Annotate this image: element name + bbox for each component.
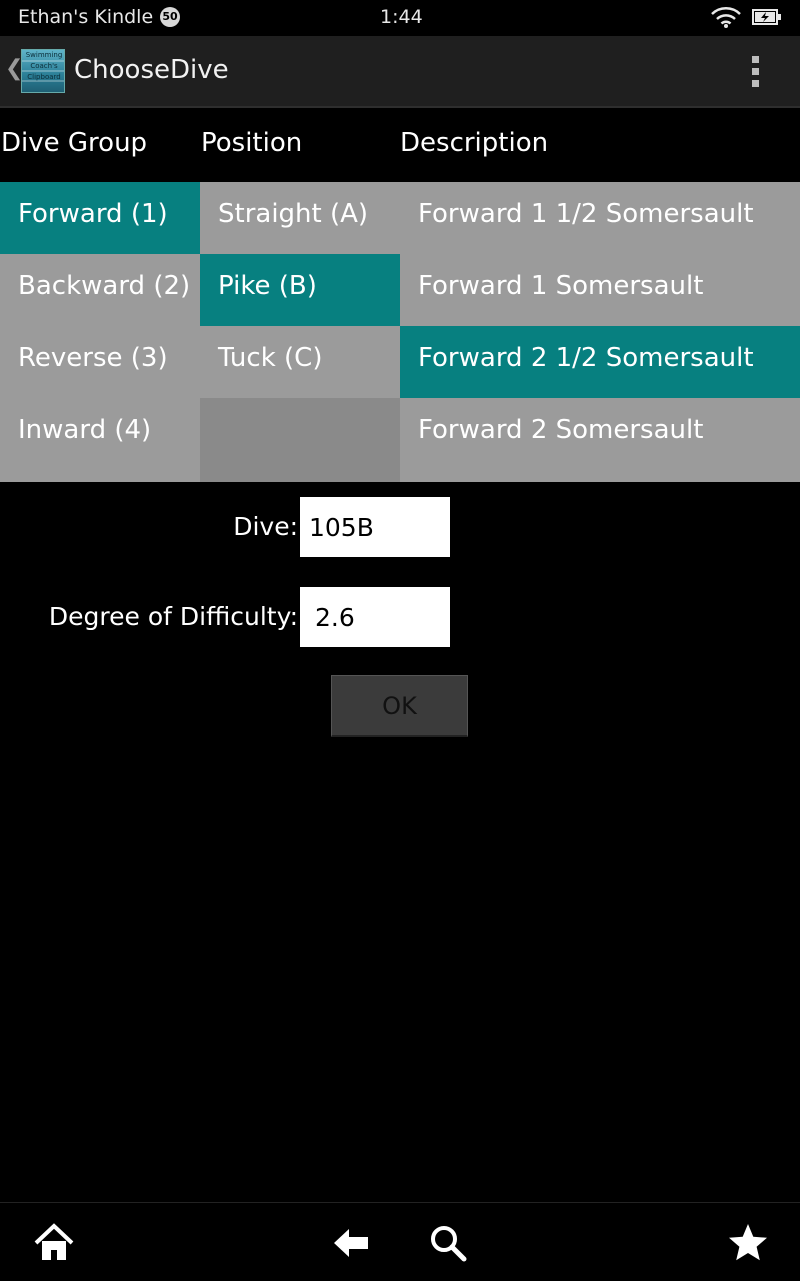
home-icon[interactable] — [32, 1221, 76, 1265]
header-description: Description — [400, 128, 549, 158]
list-item-dive-group[interactable]: Inward (4) — [0, 398, 200, 470]
notification-badge[interactable]: 50 — [160, 7, 180, 27]
app-logo[interactable]: Swimming Coach's Clipboard — [21, 49, 65, 93]
list-item-dive-group[interactable]: Reverse (3) — [0, 326, 200, 398]
difficulty-label: Degree of Difficulty: — [48, 602, 298, 631]
battery-charging-icon — [752, 9, 781, 25]
list-item-description[interactable]: Forward 2 1/2 Somersault — [400, 326, 800, 398]
list-item-dive-group[interactable]: Forward (1) — [0, 182, 200, 254]
list-item-dive-group[interactable]: Backward (2) — [0, 254, 200, 326]
list-item-description[interactable]: Forward 1 1/2 Somersault — [400, 182, 800, 254]
list-item-position[interactable]: Tuck (C) — [200, 326, 400, 398]
header-position: Position — [201, 128, 303, 158]
list-item-description[interactable]: Forward 2 Somersault — [400, 398, 800, 470]
list-item-position[interactable]: Straight (A) — [200, 182, 400, 254]
header-dive-group: Dive Group — [1, 128, 148, 158]
device-name: Ethan's Kindle — [18, 6, 154, 28]
dive-field[interactable] — [300, 497, 450, 557]
list-item-description[interactable]: Forward 1 Somersault — [400, 254, 800, 326]
action-bar: ❮ Swimming Coach's Clipboard ChooseDive — [0, 36, 800, 108]
overflow-menu-icon[interactable] — [752, 56, 762, 88]
description-list: Forward 1 1/2 Somersault Forward 1 Somer… — [400, 182, 800, 482]
search-icon[interactable] — [426, 1221, 470, 1265]
back-arrow-icon[interactable] — [330, 1221, 374, 1265]
empty-list-area — [200, 398, 400, 482]
app-logo-text: Swimming Coach's Clipboard — [25, 51, 63, 81]
dive-label: Dive: — [233, 512, 298, 541]
favorites-star-icon[interactable] — [726, 1221, 770, 1265]
list-item-position[interactable]: Pike (B) — [200, 254, 400, 326]
clock: 1:44 — [380, 6, 423, 28]
screen-title: ChooseDive — [74, 55, 229, 85]
status-bar: Ethan's Kindle 50 1:44 — [0, 0, 800, 36]
wifi-icon — [711, 7, 741, 28]
dive-selection-grid: Forward (1) Backward (2) Reverse (3) Inw… — [0, 182, 800, 482]
bottom-nav-bar — [0, 1202, 800, 1281]
ok-button[interactable]: OK — [331, 675, 468, 737]
difficulty-field[interactable] — [300, 587, 450, 647]
position-list: Straight (A) Pike (B) Tuck (C) — [200, 182, 400, 482]
dive-group-list: Forward (1) Backward (2) Reverse (3) Inw… — [0, 182, 200, 482]
